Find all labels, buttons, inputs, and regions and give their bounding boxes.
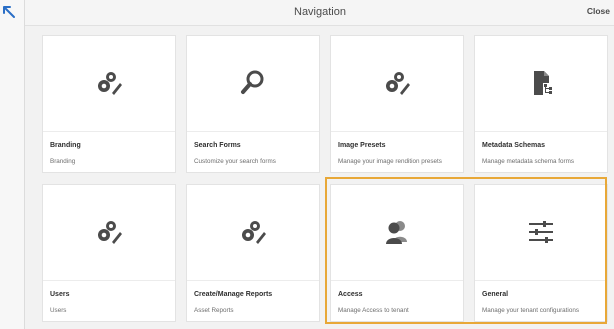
card-description: Manage metadata schema forms bbox=[482, 158, 575, 165]
card-users[interactable]: Users Users bbox=[42, 184, 176, 322]
card-metadata-schemas[interactable]: Metadata Schemas Manage metadata schema … bbox=[474, 35, 608, 173]
card-image-presets[interactable]: Image Presets Manage your image renditio… bbox=[330, 35, 464, 173]
card-title: Metadata Schemas bbox=[482, 142, 546, 149]
panel-title: Navigation bbox=[294, 6, 346, 18]
card-title: Access bbox=[338, 291, 363, 298]
gears-pencil-icon bbox=[382, 68, 412, 98]
card-description: Manage your image rendition presets bbox=[338, 158, 442, 165]
card-title: Branding bbox=[50, 142, 81, 149]
card-art bbox=[475, 185, 607, 281]
back-arrow-icon[interactable] bbox=[2, 5, 18, 19]
card-description: Manage your tenant configurations bbox=[482, 307, 579, 314]
card-title: Create/Manage Reports bbox=[194, 291, 273, 298]
navigation-panel: Navigation Close Branding Branding Searc… bbox=[24, 0, 614, 329]
card-art bbox=[187, 36, 319, 132]
card-art bbox=[331, 36, 463, 132]
sliders-icon bbox=[526, 217, 556, 247]
gears-pencil-icon bbox=[94, 68, 124, 98]
card-description: Users bbox=[50, 307, 67, 314]
left-rail bbox=[0, 0, 24, 329]
card-description: Manage Access to tenant bbox=[338, 307, 409, 314]
card-description: Asset Reports bbox=[194, 307, 234, 314]
card-art bbox=[331, 185, 463, 281]
gears-pencil-icon bbox=[238, 217, 268, 247]
card-title: General bbox=[482, 291, 509, 298]
document-tree-icon bbox=[526, 68, 556, 98]
panel-header: Navigation Close bbox=[25, 0, 614, 26]
card-title: Image Presets bbox=[338, 142, 386, 149]
gears-pencil-icon bbox=[94, 217, 124, 247]
card-description: Branding bbox=[50, 158, 76, 165]
card-art bbox=[43, 185, 175, 281]
card-art bbox=[475, 36, 607, 132]
card-title: Search Forms bbox=[194, 142, 241, 149]
card-title: Users bbox=[50, 291, 70, 298]
magnifier-icon bbox=[238, 68, 268, 98]
card-description: Customize your search forms bbox=[194, 158, 276, 165]
users-icon bbox=[382, 217, 412, 247]
close-button[interactable]: Close bbox=[587, 6, 610, 16]
card-branding[interactable]: Branding Branding bbox=[42, 35, 176, 173]
card-access[interactable]: Access Manage Access to tenant bbox=[330, 184, 464, 322]
card-art bbox=[43, 36, 175, 132]
card-search-forms[interactable]: Search Forms Customize your search forms bbox=[186, 35, 320, 173]
card-art bbox=[187, 185, 319, 281]
card-create-manage-reports[interactable]: Create/Manage Reports Asset Reports bbox=[186, 184, 320, 322]
card-general[interactable]: General Manage your tenant configuration… bbox=[474, 184, 608, 322]
